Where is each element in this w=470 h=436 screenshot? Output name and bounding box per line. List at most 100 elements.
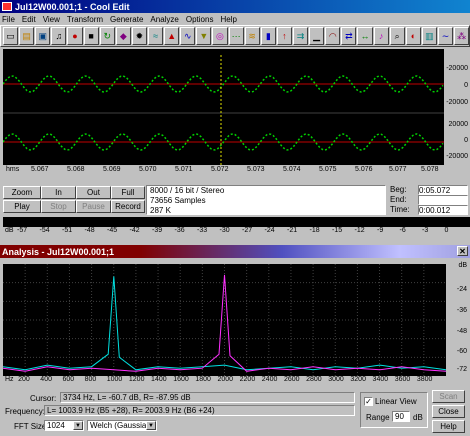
menu-analyze[interactable]: Analyze: [150, 15, 178, 24]
stretch-icon[interactable]: ↔: [357, 27, 373, 45]
menu-file[interactable]: File: [2, 15, 15, 24]
scale-tick: -20000: [446, 153, 468, 160]
new-icon[interactable]: ▭: [3, 27, 19, 45]
hz-tick: 2600: [283, 376, 300, 383]
zoom-in-button[interactable]: In: [41, 186, 76, 199]
scan-button[interactable]: Scan: [432, 390, 465, 403]
chevron-down-icon[interactable]: ▼: [73, 421, 83, 430]
ruler-tick: 5.067: [31, 166, 49, 173]
level-tick: -51: [62, 227, 73, 234]
hz-tick: 2400: [261, 376, 278, 383]
channel-icon[interactable]: ⇄: [341, 27, 357, 45]
level-unit: dB: [5, 227, 14, 234]
menu-transform[interactable]: Transform: [67, 15, 103, 24]
envelope-icon[interactable]: ◠: [325, 27, 341, 45]
pitch-icon[interactable]: ♪: [373, 27, 389, 45]
bomb-icon[interactable]: ✹: [131, 27, 147, 45]
open-icon[interactable]: ▤: [19, 27, 35, 45]
fft-size-select[interactable]: 1024 ▼: [44, 420, 84, 431]
menu-help[interactable]: Help: [220, 15, 236, 24]
silence-icon[interactable]: ▁: [309, 27, 325, 45]
scale-tick: -20000: [446, 65, 468, 72]
menu-edit[interactable]: Edit: [22, 15, 36, 24]
hz-tick: 3200: [350, 376, 366, 383]
fft-size-value: 1024: [47, 421, 65, 430]
linear-view-label: Linear View: [375, 397, 417, 406]
reverb-icon[interactable]: ◎: [212, 27, 228, 45]
save-icon[interactable]: ▣: [35, 27, 51, 45]
scale-tick: 20000: [448, 121, 468, 128]
beg-value[interactable]: 0:05.072: [418, 185, 468, 195]
delay-icon[interactable]: ⇉: [292, 27, 309, 45]
analysis-titlebar: Analysis - Jul12W00.001;1 ✕: [0, 245, 470, 258]
zoom-button[interactable]: Zoom: [3, 186, 41, 199]
tone-icon[interactable]: ∼: [437, 27, 454, 45]
hz-tick: 400: [40, 376, 52, 383]
checkbox-check-icon[interactable]: ✓: [364, 397, 373, 406]
hz-tick: 3600: [394, 376, 411, 383]
level-tick: -24: [264, 227, 275, 234]
frequency-spectrum-chart[interactable]: [3, 264, 446, 376]
menu-generate[interactable]: Generate: [110, 15, 143, 24]
zoom-full-button[interactable]: Full: [111, 186, 145, 199]
menu-options[interactable]: Options: [186, 15, 214, 24]
hz-tick: 2800: [306, 376, 322, 383]
echo-icon[interactable]: ⋯: [228, 27, 244, 45]
scale-tick: 0: [464, 137, 468, 144]
close-icon[interactable]: ✕: [457, 246, 468, 256]
window-function-select[interactable]: Welch (Gaussian) ▼: [87, 420, 157, 431]
menu-view[interactable]: View: [43, 15, 60, 24]
chevron-down-icon[interactable]: ▼: [146, 421, 156, 430]
analysis-title: Analysis - Jul12W00.001;1: [2, 246, 115, 257]
noise-icon[interactable]: ≈: [147, 27, 164, 45]
help-button[interactable]: Help: [432, 420, 465, 433]
flanger-icon[interactable]: ≋: [244, 27, 260, 45]
cue-icon[interactable]: ◆: [115, 27, 131, 45]
end-value[interactable]: [418, 195, 468, 205]
db-tick: -36: [456, 307, 467, 314]
amplify-icon[interactable]: ↑: [276, 27, 292, 45]
level-meter-scale: dB -57 -54 -51 -48 -45 -42 -39 -36 -33 -30 -27 -24 -2…: [3, 227, 470, 237]
play-button[interactable]: Play: [3, 200, 41, 213]
scale-tick: 0: [464, 82, 468, 89]
cursor-label: Cursor:: [30, 394, 57, 403]
hz-tick: 1800: [195, 376, 211, 383]
record-button[interactable]: Record: [111, 200, 145, 213]
fft-icon[interactable]: ▥: [421, 27, 437, 45]
headphones-icon[interactable]: ♫: [51, 27, 67, 45]
level-tick: -9: [377, 227, 384, 234]
stop-button[interactable]: Stop: [41, 200, 76, 213]
scan-icon[interactable]: ⌕: [389, 27, 405, 45]
waveform-display[interactable]: [3, 49, 444, 177]
size-text: 287 K: [150, 206, 171, 215]
pause-button[interactable]: Pause: [76, 200, 111, 213]
record-icon[interactable]: ●: [67, 27, 83, 45]
wave-icon[interactable]: ∿: [180, 27, 196, 45]
window-function-value: Welch (Gaussian): [90, 421, 154, 430]
noise-gen-icon[interactable]: ⁂: [454, 27, 470, 45]
loop-icon[interactable]: ↻: [99, 27, 115, 45]
time-ruler: hms 5.067 5.068 5.069 5.070 5.071 5.072 …: [3, 165, 444, 177]
gain-icon[interactable]: ▮: [260, 27, 276, 45]
waveform-amplitude-scale: -20000 0 -20000 20000 0 -20000: [444, 49, 470, 177]
app-icon: [2, 2, 12, 11]
level-tick: -27: [242, 227, 253, 234]
dynamics-icon[interactable]: ▲: [164, 27, 180, 45]
level-meter: [3, 217, 470, 227]
left-channel-spectrum: [3, 276, 446, 371]
close-button[interactable]: Close: [432, 405, 465, 418]
ruler-tick: 5.077: [389, 166, 407, 173]
filter-icon[interactable]: ▼: [196, 27, 212, 45]
level-tick: -39: [152, 227, 163, 234]
zoom-out-button[interactable]: Out: [76, 186, 111, 199]
linear-view-checkbox[interactable]: ✓ Linear View: [364, 397, 417, 406]
stop-icon[interactable]: ■: [83, 27, 99, 45]
range-label: Range: [366, 413, 390, 422]
range-input[interactable]: 90: [392, 411, 410, 422]
level-tick: -15: [332, 227, 343, 234]
stereo-icon[interactable]: ◐: [405, 27, 421, 45]
time-value: 0:00.012: [418, 205, 468, 215]
level-tick: -21: [287, 227, 298, 234]
cursor-readout: 3734 Hz, L= -60.7 dB, R= -87.95 dB: [60, 392, 355, 403]
time-label: Time:: [390, 205, 410, 214]
